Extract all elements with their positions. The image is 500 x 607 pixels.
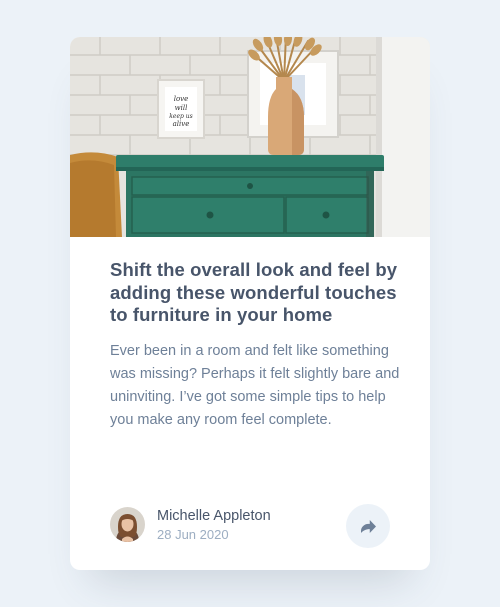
article-title[interactable]: Shift the overall look and feel by addin… — [110, 259, 400, 327]
author-avatar — [110, 507, 145, 542]
drawer-photo: love will keep us alive — [70, 37, 430, 237]
publish-date: 28 Jun 2020 — [157, 527, 229, 542]
svg-text:love: love — [174, 95, 189, 103]
author-name: Michelle Appleton — [157, 508, 271, 524]
share-icon — [360, 519, 376, 533]
svg-text:alive: alive — [173, 120, 190, 128]
svg-text:keep us: keep us — [169, 113, 192, 120]
avatar-photo — [110, 507, 145, 542]
article-description: Ever been in a room and felt like someth… — [110, 342, 400, 429]
card-content: Shift the overall look and feel by addin… — [110, 259, 400, 432]
card-footer: Michelle Appleton 28 Jun 2020 — [110, 504, 390, 548]
article-card: love will keep us alive Shift the overal… — [70, 37, 430, 570]
hero-image: love will keep us alive — [70, 37, 430, 237]
share-button[interactable] — [346, 504, 390, 548]
svg-text:will: will — [175, 104, 188, 112]
